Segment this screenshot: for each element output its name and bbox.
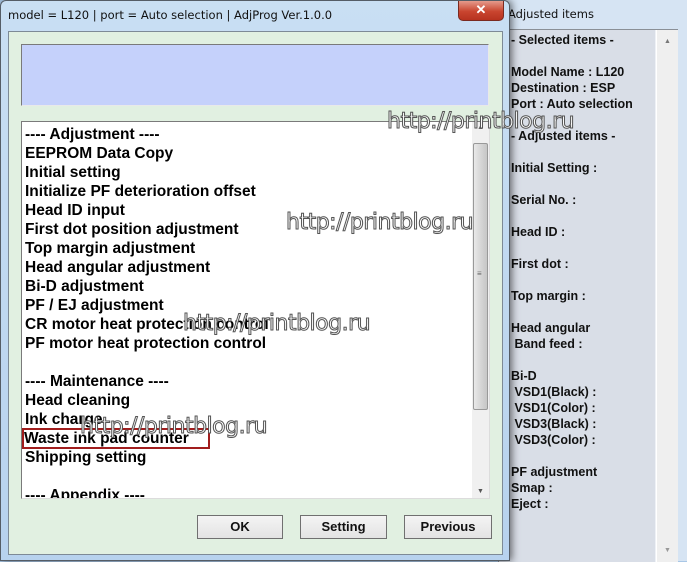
adjusted-items-panel: - Selected items - Model Name : L120 Desti… — [498, 29, 678, 562]
adjusted-items-line: Destination : ESP — [511, 81, 616, 95]
list-section-header[interactable]: ---- Maintenance ---- — [25, 372, 465, 391]
adjustment-list-items: ---- Adjustment ---- EEPROM Data Copy Init… — [22, 125, 465, 498]
adjusted-items-line: - Adjusted items - — [511, 129, 616, 143]
setting-button[interactable]: Setting — [300, 515, 387, 539]
adjusted-items-line: Serial No. : — [511, 193, 577, 207]
scroll-thumb[interactable]: ≡ — [473, 143, 488, 410]
grip-icon: ≡ — [477, 269, 482, 278]
list-item[interactable]: Waste ink pad counter — [22, 428, 210, 449]
adjusted-items-title: Adjusted items — [508, 7, 594, 21]
list-item[interactable]: First dot position adjustment — [25, 220, 465, 239]
adjusted-items-scrollbar[interactable]: ▲ ▼ — [656, 30, 678, 562]
adjusted-items-line: Bi-D — [511, 369, 537, 383]
previous-button[interactable]: Previous — [404, 515, 492, 539]
list-item[interactable]: Head cleaning — [25, 391, 465, 410]
adjusted-items-line: Smap : — [511, 481, 553, 495]
adjusted-items-line: VSD1(Color) : — [511, 401, 596, 415]
dialog-client-area: ---- Adjustment ---- EEPROM Data Copy Init… — [8, 31, 503, 555]
adjusted-items-line: Model Name : L120 — [511, 65, 625, 79]
adjusted-items-line: Head ID : — [511, 225, 566, 239]
adjusted-items-text[interactable]: - Selected items - Model Name : L120 Desti… — [499, 30, 655, 562]
message-box — [21, 44, 489, 106]
list-item[interactable]: Top margin adjustment — [25, 239, 465, 258]
adjusted-items-line: Initial Setting : — [511, 161, 598, 175]
close-icon: ✕ — [475, 2, 487, 17]
adjusted-items-line: Head angular — [511, 321, 591, 335]
list-item[interactable]: Bi-D adjustment — [25, 277, 465, 296]
scroll-down-arrow-icon[interactable]: ▼ — [664, 547, 671, 554]
adjustment-list[interactable]: ---- Adjustment ---- EEPROM Data Copy Init… — [21, 121, 490, 499]
adjusted-items-line: VSD3(Black) : — [511, 417, 597, 431]
adjusted-items-line: PF adjustment — [511, 465, 598, 479]
adjprog-dialog: model = L120 | port = Auto selection | A… — [0, 0, 510, 561]
list-item[interactable]: Shipping setting — [25, 448, 465, 467]
scroll-up-arrow-icon[interactable]: ▲ — [477, 124, 484, 131]
list-item[interactable]: Head angular adjustment — [25, 258, 465, 277]
list-item[interactable]: EEPROM Data Copy — [25, 144, 465, 163]
adjusted-items-line: First dot : — [511, 257, 569, 271]
list-item[interactable]: Initial setting — [25, 163, 465, 182]
scroll-down-arrow-icon[interactable]: ▼ — [477, 488, 484, 495]
adjusted-items-line: VSD1(Black) : — [511, 385, 597, 399]
list-item[interactable]: Initialize PF deterioration offset — [25, 182, 465, 201]
close-button[interactable]: ✕ — [458, 1, 504, 21]
list-section-header[interactable]: ---- Adjustment ---- — [25, 125, 465, 144]
adjusted-items-line: VSD3(Color) : — [511, 433, 596, 447]
adjusted-items-line: Top margin : — [511, 289, 586, 303]
scroll-up-arrow-icon[interactable]: ▲ — [664, 38, 671, 45]
list-item[interactable]: PF motor heat protection control — [25, 334, 465, 353]
adjusted-items-line: Eject : — [511, 497, 549, 511]
adjusted-items-line: Port : Auto selection — [511, 97, 633, 111]
list-scrollbar[interactable]: ▲ ≡ ▼ — [472, 122, 489, 498]
list-section-header[interactable]: ---- Appendix ---- — [25, 486, 465, 498]
adjusted-items-line: Band feed : — [511, 337, 583, 351]
ok-button[interactable]: OK — [197, 515, 283, 539]
window-title: model = L120 | port = Auto selection | A… — [8, 8, 333, 22]
list-item[interactable]: CR motor heat protection control — [25, 315, 465, 334]
adjusted-items-line: - Selected items - — [511, 33, 614, 47]
adjusted-items-window: Adjusted items - Selected items - Model N… — [490, 0, 687, 562]
list-item[interactable]: PF / EJ adjustment — [25, 296, 465, 315]
list-item[interactable]: Ink charge — [25, 410, 465, 429]
list-item[interactable]: Head ID input — [25, 201, 465, 220]
